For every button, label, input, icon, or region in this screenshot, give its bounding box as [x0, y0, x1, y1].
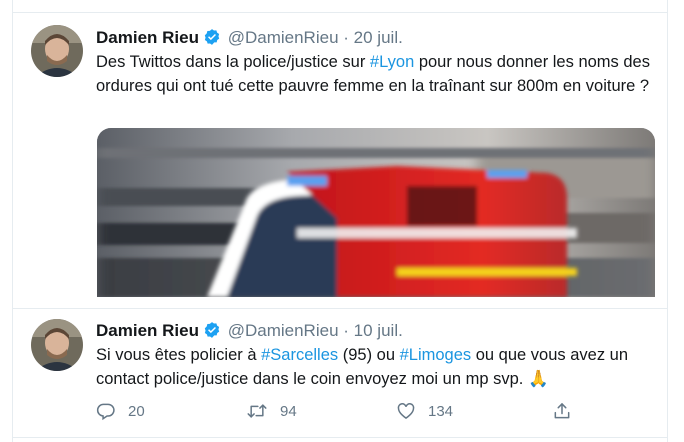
avatar[interactable] — [31, 319, 83, 371]
share-icon — [552, 401, 572, 421]
tweet-text: Des Twittos dans la police/justice sur #… — [96, 50, 652, 98]
avatar[interactable] — [31, 25, 83, 77]
tweet-text: Si vous êtes policier à #Sarcelles (95) … — [96, 343, 652, 391]
display-name[interactable]: Damien Rieu — [96, 28, 199, 47]
retweet-icon — [246, 401, 268, 421]
tweet-header: Damien Rieu @DamienRieu · 20 juil. — [96, 27, 403, 52]
tweet-text-segment: Des Twittos dans la police/justice sur — [96, 53, 370, 71]
hashtag-lyon[interactable]: #Lyon — [370, 53, 414, 71]
heart-icon — [396, 401, 416, 421]
separator: · — [343, 28, 349, 47]
retweet-button[interactable]: 94 — [246, 399, 297, 423]
tweet-2[interactable]: Damien Rieu @DamienRieu · 10 juil. Si vo… — [13, 308, 667, 438]
tweet-text-segment: Si vous êtes policier à — [96, 346, 262, 364]
tweet-media-image[interactable] — [97, 128, 655, 297]
display-name[interactable]: Damien Rieu — [96, 321, 199, 340]
praying-hands-emoji: 🙏 — [527, 370, 549, 388]
tweet-header: Damien Rieu @DamienRieu · 10 juil. — [96, 320, 403, 345]
retweet-count: 94 — [280, 402, 297, 420]
hashtag-limoges[interactable]: #Limoges — [400, 346, 472, 364]
like-count: 134 — [428, 402, 454, 420]
separator: · — [343, 321, 349, 340]
timestamp[interactable]: 10 juil. — [354, 321, 403, 340]
verified-badge-icon — [203, 28, 221, 52]
like-button[interactable]: 134 — [396, 399, 453, 423]
tweet-1[interactable]: Damien Rieu @DamienRieu · 20 juil. Des T… — [13, 12, 667, 309]
tweet-actions: 20 94 134 — [96, 399, 656, 423]
hashtag-sarcelles[interactable]: #Sarcelles — [261, 346, 338, 364]
timeline: Damien Rieu @DamienRieu · 20 juil. Des T… — [12, 0, 668, 442]
timestamp[interactable]: 20 juil. — [354, 28, 403, 47]
share-button[interactable] — [552, 399, 572, 423]
handle[interactable]: @DamienRieu — [228, 28, 339, 47]
reply-icon — [96, 401, 116, 421]
verified-badge-icon — [203, 321, 221, 345]
reply-button[interactable]: 20 — [96, 399, 145, 423]
tweet-text-segment: (95) ou — [338, 346, 400, 364]
reply-count: 20 — [128, 402, 145, 420]
handle[interactable]: @DamienRieu — [228, 321, 339, 340]
